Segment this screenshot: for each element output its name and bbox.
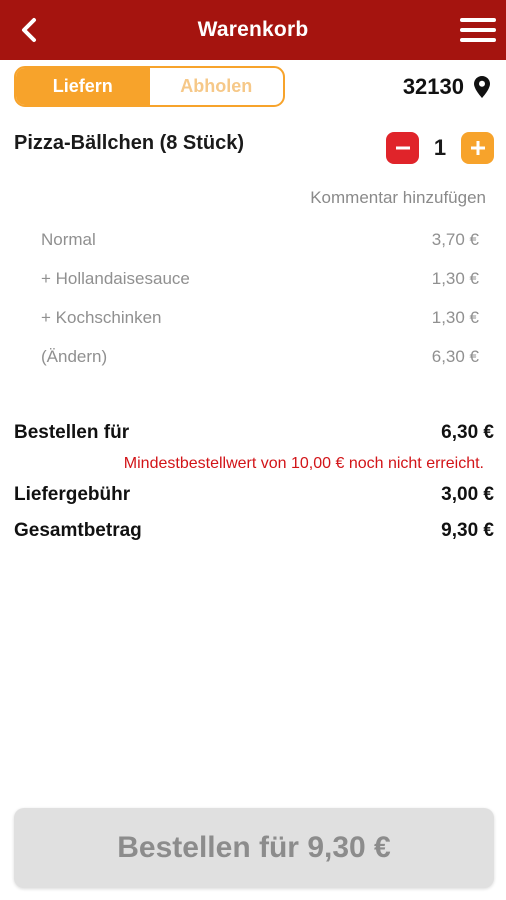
delivery-fee-value: 3,00 €	[441, 484, 494, 505]
add-comment-link[interactable]: Kommentar hinzufügen	[310, 188, 486, 208]
option-line: + Kochschinken 1,30 €	[41, 304, 479, 343]
subtotal-label: Bestellen für	[14, 422, 130, 443]
hamburger-menu-icon[interactable]	[460, 16, 496, 44]
quantity-stepper: 1	[386, 132, 494, 164]
total-row: Gesamtbetrag 9,30 €	[14, 517, 494, 545]
option-line: + Hollandaisesauce 1,30 €	[41, 265, 479, 304]
plus-icon	[470, 141, 485, 155]
delivery-option-abholen[interactable]: Abholen	[150, 68, 284, 105]
option-label: Normal	[41, 230, 96, 249]
option-price: 1,30 €	[431, 269, 479, 288]
option-line: (Ändern) 6,30 €	[41, 343, 479, 382]
zip-code: 32130	[402, 74, 464, 99]
location-selector[interactable]: 32130	[403, 70, 490, 104]
total-value: 9,30 €	[441, 520, 494, 541]
decrease-quantity-button[interactable]	[386, 132, 419, 164]
option-label: + Kochschinken	[41, 308, 162, 327]
increase-quantity-button[interactable]	[461, 132, 494, 164]
page-title: Warenkorb	[197, 18, 309, 41]
item-options-list: Normal 3,70 € + Hollandaisesauce 1,30 € …	[41, 226, 479, 382]
delivery-fee-row: Liefergebühr 3,00 €	[14, 481, 494, 509]
edit-item-link[interactable]: (Ändern)	[41, 343, 107, 382]
subtotal-row: Bestellen für 6,30 €	[14, 419, 494, 447]
delivery-mode-toggle: Liefern Abholen	[14, 66, 285, 107]
quantity-value: 1	[433, 135, 447, 160]
total-label: Gesamtbetrag	[14, 520, 142, 541]
option-price: 1,30 €	[431, 308, 479, 327]
order-summary: Bestellen für 6,30 € Mindestbestellwert …	[14, 419, 494, 545]
minus-icon	[395, 146, 410, 150]
min-order-warning: Mindestbestellwert von 10,00 € noch nich…	[123, 455, 484, 472]
option-label: + Hollandaisesauce	[41, 269, 190, 288]
delivery-option-liefern[interactable]: Liefern	[16, 68, 150, 105]
location-pin-icon	[474, 76, 490, 98]
place-order-button[interactable]: Bestellen für 9,30 €	[14, 808, 494, 888]
delivery-fee-label: Liefergebühr	[14, 484, 131, 505]
subtotal-value: 6,30 €	[441, 422, 494, 443]
app-header: Warenkorb	[0, 0, 506, 60]
cart-item-name: Pizza-Bällchen (8 Stück)	[14, 132, 245, 154]
item-total-price: 6,30 €	[431, 347, 479, 366]
option-price: 3,70 €	[431, 230, 479, 249]
option-line: Normal 3,70 €	[41, 226, 479, 265]
